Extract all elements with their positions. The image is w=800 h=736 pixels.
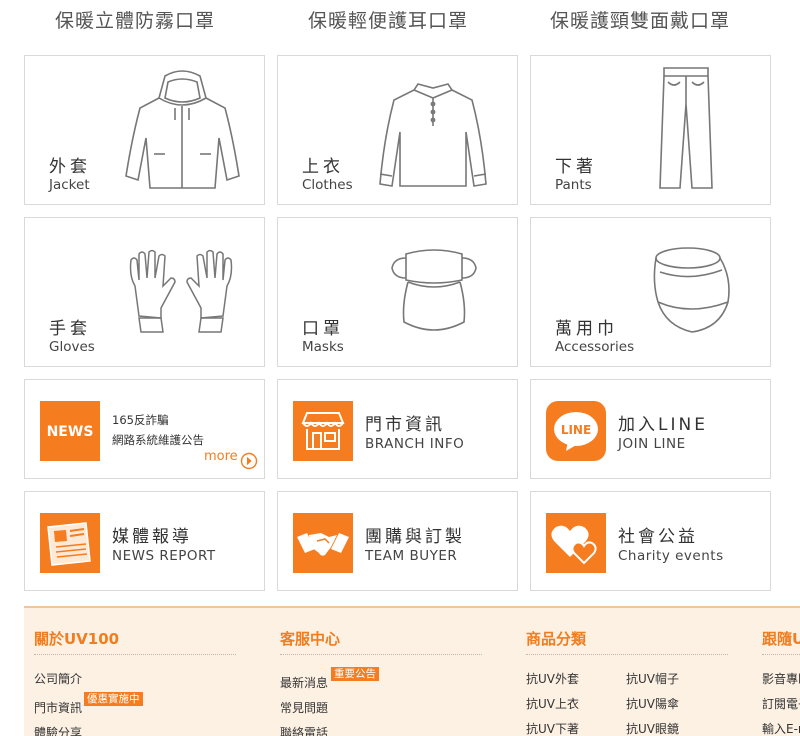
jacket-icon: [125, 70, 240, 189]
footer-divider: [34, 654, 236, 655]
news-item[interactable]: 網路系統維護公告: [112, 432, 204, 448]
category-label: 上衣: [302, 157, 344, 177]
hearts-icon: [551, 525, 597, 565]
gloves-icon: [129, 249, 233, 333]
category-card-pants[interactable]: 下著 Pants: [530, 55, 771, 205]
category-label-en: Jacket: [49, 177, 90, 193]
news-icon: NEWS: [47, 424, 94, 440]
store-icon: [301, 412, 345, 450]
tile-subtitle: NEWS REPORT: [112, 548, 216, 564]
footer-link[interactable]: 抗UV陽傘: [626, 695, 679, 712]
team-buyer-tile[interactable]: 團購與訂製 TEAM BUYER: [277, 491, 518, 591]
category-label: 手套: [49, 319, 91, 339]
tile-subtitle: TEAM BUYER: [365, 548, 458, 564]
footer-link[interactable]: 門市資訊: [34, 699, 82, 716]
promo-row: 保暖立體防霧口罩 保暖輕便護耳口罩 保暖護頸雙面戴口罩: [0, 0, 800, 40]
footer-link[interactable]: 常見問題: [280, 699, 328, 716]
news-badge: NEWS: [40, 401, 100, 461]
tile-subtitle: JOIN LINE: [618, 436, 686, 452]
category-label: 口罩: [302, 319, 344, 339]
footer-link[interactable]: 體驗分享: [34, 724, 82, 736]
footer-link[interactable]: 抗UV帽子: [626, 670, 679, 687]
footer-heading-follow[interactable]: 跟隨UV: [762, 628, 800, 649]
line-icon-box: LINE: [546, 401, 606, 461]
footer-link[interactable]: 抗UV外套: [526, 670, 579, 687]
line-icon-text: LINE: [561, 423, 591, 437]
handshake-icon-box: [293, 513, 353, 573]
promo-neck-mask[interactable]: 保暖護頸雙面戴口罩: [550, 6, 730, 33]
promo-badge[interactable]: 優惠實施中: [84, 692, 143, 706]
chevron-right-circle-icon[interactable]: [240, 452, 258, 470]
shirt-icon: [379, 83, 487, 187]
category-label-en: Masks: [302, 339, 344, 355]
news-badge-text: NEWS: [47, 424, 94, 440]
category-card-masks[interactable]: 口罩 Masks: [277, 217, 518, 367]
footer-divider: [762, 654, 800, 655]
category-label: 萬用巾: [555, 319, 618, 339]
footer-heading-about[interactable]: 關於UV100: [34, 628, 119, 649]
category-label-en: Accessories: [555, 339, 635, 355]
footer-divider: [526, 654, 728, 655]
footer-link[interactable]: 抗UV下著: [526, 720, 579, 736]
newspaper-icon: [47, 522, 91, 566]
site-footer: 關於UV100 公司簡介 門市資訊 優惠實施中 體驗分享 客服中心 最新消息 重…: [24, 606, 800, 736]
tile-title: 門市資訊: [365, 415, 445, 435]
footer-link[interactable]: 公司簡介: [34, 670, 82, 687]
footer-heading-products[interactable]: 商品分類: [526, 628, 586, 649]
category-label-en: Pants: [555, 177, 592, 193]
tile-subtitle: BRANCH INFO: [365, 436, 465, 452]
category-label: 下著: [555, 157, 597, 177]
mask-icon: [391, 249, 477, 331]
footer-link[interactable]: 抗UV上衣: [526, 695, 579, 712]
join-line-tile[interactable]: LINE 加入LINE JOIN LINE: [530, 379, 771, 479]
category-card-accessories[interactable]: 萬用巾 Accessories: [530, 217, 771, 367]
announcement-badge[interactable]: 重要公告: [331, 667, 379, 681]
tile-title: 媒體報導: [112, 527, 192, 547]
newspaper-icon-box: [40, 513, 100, 573]
footer-link[interactable]: 聯絡電話: [280, 724, 328, 736]
footer-divider: [280, 654, 482, 655]
promo-ear-mask[interactable]: 保暖輕便護耳口罩: [308, 6, 468, 33]
category-card-clothes[interactable]: 上衣 Clothes: [277, 55, 518, 205]
footer-link[interactable]: 抗UV眼鏡: [626, 720, 679, 736]
branch-info-tile[interactable]: 門市資訊 BRANCH INFO: [277, 379, 518, 479]
category-label: 外套: [49, 157, 91, 177]
tile-subtitle: Charity events: [618, 548, 724, 564]
pants-icon: [659, 67, 713, 189]
tile-title: 社會公益: [618, 527, 698, 547]
store-icon-box: [293, 401, 353, 461]
news-item[interactable]: 165反詐騙: [112, 412, 168, 428]
footer-link[interactable]: 影音專區: [762, 670, 800, 687]
category-card-gloves[interactable]: 手套 Gloves: [24, 217, 265, 367]
news-report-tile[interactable]: 媒體報導 NEWS REPORT: [24, 491, 265, 591]
tile-title: 加入LINE: [618, 415, 708, 435]
category-label-en: Gloves: [49, 339, 95, 355]
category-label-en: Clothes: [302, 177, 353, 193]
charity-tile[interactable]: 社會公益 Charity events: [530, 491, 771, 591]
footer-link[interactable]: 訂閱電子報: [762, 695, 800, 712]
footer-link[interactable]: 輸入E-mail: [762, 720, 800, 736]
more-link[interactable]: more: [204, 449, 238, 464]
footer-link[interactable]: 最新消息: [280, 674, 328, 691]
promo-anti-fog-mask[interactable]: 保暖立體防霧口罩: [55, 6, 215, 33]
news-tile: NEWS 165反詐騙 網路系統維護公告 more: [24, 379, 265, 479]
line-icon: LINE: [546, 401, 606, 461]
handshake-icon: [297, 533, 349, 556]
neck-gaiter-icon: [653, 247, 730, 333]
footer-heading-service[interactable]: 客服中心: [280, 628, 340, 649]
category-card-jacket[interactable]: 外套 Jacket: [24, 55, 265, 205]
tile-title: 團購與訂製: [365, 527, 465, 547]
hearts-icon-box: [546, 513, 606, 573]
